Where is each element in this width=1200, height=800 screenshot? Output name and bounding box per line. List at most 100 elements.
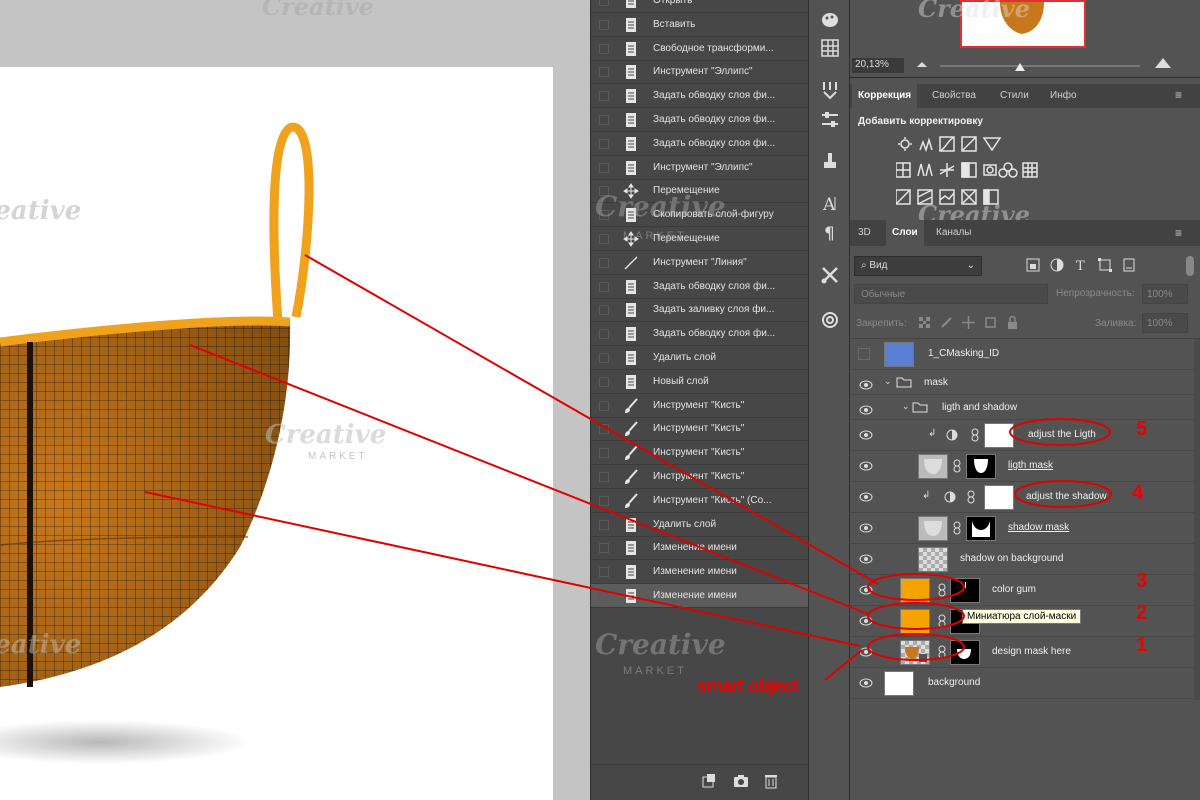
history-item[interactable]: Задать обводку слоя фи... (591, 132, 809, 156)
history-snapshot-checkbox[interactable] (599, 0, 609, 6)
layer-row[interactable]: shadow on background (850, 544, 1200, 575)
lock-artboard-icon[interactable] (984, 316, 997, 329)
history-item[interactable]: Инструмент "Эллипс" (591, 156, 809, 180)
swatches-grid-icon[interactable] (820, 38, 840, 58)
history-item[interactable]: Свободное трансформи... (591, 37, 809, 61)
layer-row[interactable]: color frame Миниатюра слой-маски (850, 606, 1200, 637)
history-snapshot-checkbox[interactable] (599, 353, 609, 363)
history-item[interactable]: Открыть (591, 0, 809, 13)
zoom-in-icon[interactable] (1154, 57, 1172, 69)
layer-row[interactable]: background (850, 668, 1200, 699)
eye-icon[interactable] (859, 647, 873, 657)
layer-mask-thumbnail[interactable] (966, 516, 996, 541)
eye-icon[interactable] (859, 585, 873, 595)
lock-image-icon[interactable] (940, 316, 953, 329)
tab-layers[interactable]: Слои (886, 220, 924, 246)
layer-mask-thumbnail[interactable] (950, 578, 980, 603)
link-icon[interactable] (937, 583, 947, 597)
lock-transparent-icon[interactable] (918, 316, 931, 329)
history-snapshot-checkbox[interactable] (599, 448, 609, 459)
history-snapshot-checkbox[interactable] (599, 91, 609, 102)
history-item[interactable]: Инструмент "Кисть" (591, 465, 809, 489)
history-item[interactable]: Инструмент "Кисть" (591, 394, 809, 418)
layer-group-row[interactable]: ⌄ ligth and shadow (850, 395, 1200, 420)
history-snapshot-checkbox[interactable] (599, 138, 609, 149)
lock-all-icon[interactable] (1006, 316, 1019, 329)
eye-icon[interactable] (859, 461, 873, 471)
eye-icon[interactable] (859, 492, 873, 502)
eye-icon[interactable] (859, 678, 873, 688)
layer-mask-thumbnail[interactable] (966, 454, 996, 479)
history-item[interactable]: Задать обводку слоя фи... (591, 108, 809, 132)
eye-icon[interactable] (859, 523, 873, 533)
history-item[interactable]: Изменение имени (591, 536, 809, 561)
history-item[interactable]: Задать заливку слоя фи... (591, 298, 809, 323)
history-snapshot-checkbox[interactable] (599, 115, 609, 125)
navigator-panel[interactable]: 20,13% Creative (850, 0, 1200, 78)
history-snapshot-checkbox[interactable] (599, 567, 609, 578)
history-snapshot-checkbox[interactable] (599, 257, 609, 268)
tab-styles[interactable]: Стили (994, 84, 1035, 108)
eye-icon[interactable] (859, 616, 873, 626)
filter-toggle[interactable] (1186, 256, 1194, 276)
link-icon[interactable] (952, 459, 962, 473)
tab-channels[interactable]: Каналы (930, 220, 978, 246)
tab-adjustments[interactable]: Коррекция (852, 84, 918, 108)
eye-icon[interactable] (859, 405, 873, 415)
tab-info[interactable]: Инфо (1044, 84, 1083, 108)
history-snapshot-checkbox[interactable] (599, 19, 609, 30)
layer-mask-thumbnail[interactable] (950, 640, 980, 665)
history-snapshot-checkbox[interactable] (599, 162, 609, 173)
history-snapshot-checkbox[interactable] (599, 281, 609, 292)
link-icon[interactable] (937, 645, 947, 659)
canvas-area[interactable]: Creative Creative Creative MARKET Creati… (0, 0, 590, 800)
trash-icon[interactable] (763, 773, 779, 789)
tool-presets-icon[interactable] (820, 265, 840, 285)
character-icon[interactable]: A (820, 193, 840, 213)
history-item[interactable]: Удалить слой (591, 346, 809, 370)
history-snapshot-checkbox[interactable] (599, 43, 609, 54)
layer-group-row[interactable]: ⌄ mask (850, 370, 1200, 395)
zoom-slider-handle[interactable] (1014, 62, 1026, 72)
history-snapshot-checkbox[interactable] (599, 67, 609, 78)
fill-field[interactable]: 100% (1142, 313, 1188, 333)
chevron-down-icon[interactable]: ⌄ (902, 401, 910, 412)
tab-properties[interactable]: Свойства (926, 84, 982, 108)
history-item[interactable]: Инструмент "Кисть" (591, 441, 809, 466)
panel-menu-icon[interactable]: ≡ (1175, 220, 1182, 246)
paragraph-icon[interactable]: ¶ (820, 222, 840, 242)
history-item[interactable]: Инструмент "Эллипс" (591, 60, 809, 85)
history-snapshot-checkbox[interactable] (599, 329, 609, 340)
opacity-field[interactable]: 100% (1142, 284, 1188, 304)
blend-mode-select[interactable]: Обычные (854, 284, 1048, 304)
history-snapshot-checkbox[interactable] (599, 519, 609, 530)
layer-row[interactable]: shadow mask (850, 513, 1200, 544)
history-snapshot-checkbox[interactable] (599, 305, 609, 316)
history-item[interactable]: Удалить слой (591, 513, 809, 537)
history-item[interactable]: Изменение имени (591, 584, 809, 608)
zoom-field[interactable]: 20,13% (852, 58, 904, 73)
zoom-slider-track[interactable] (940, 65, 1140, 67)
eye-icon[interactable] (859, 380, 873, 390)
layer-row[interactable]: design mask here (850, 637, 1200, 668)
layer-mask-thumbnail[interactable] (984, 423, 1014, 448)
history-item[interactable]: Задать обводку слоя фи... (591, 275, 809, 299)
brush-settings-icon[interactable] (820, 80, 840, 100)
history-snapshot-checkbox[interactable] (599, 400, 609, 411)
panel-menu-icon[interactable]: ≡ (1175, 84, 1182, 106)
new-document-from-state-icon[interactable] (701, 773, 717, 789)
history-snapshot-checkbox[interactable] (599, 424, 609, 435)
layer-mask-thumbnail[interactable] (984, 485, 1014, 510)
link-icon[interactable] (937, 614, 947, 628)
history-item[interactable]: Новый слой (591, 370, 809, 394)
history-item[interactable]: Вставить (591, 13, 809, 37)
link-icon[interactable] (952, 521, 962, 535)
chevron-down-icon[interactable]: ⌄ (884, 376, 892, 387)
history-item[interactable]: Задать обводку слоя фи... (591, 84, 809, 109)
adjustment-filter-icon[interactable] (1050, 258, 1064, 272)
libraries-icon[interactable] (820, 310, 840, 330)
layer-row[interactable]: color gum (850, 575, 1200, 606)
history-snapshot-checkbox[interactable] (599, 376, 609, 387)
history-item[interactable]: Инструмент "Линия" (591, 251, 809, 275)
palette-icon[interactable] (820, 10, 840, 30)
